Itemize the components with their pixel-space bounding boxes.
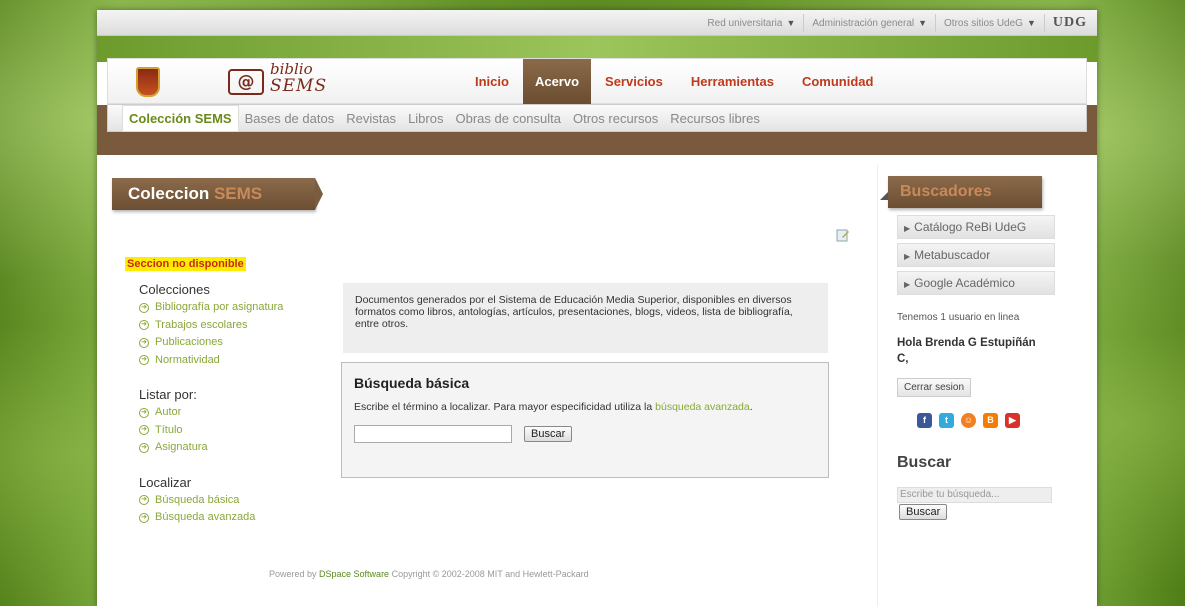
link-busqueda-avanzada[interactable]: ➜ Búsqueda avanzada xyxy=(139,509,339,527)
search-engines-list: ▶ Catálogo ReBi UdeG ▶ Metabuscador ▶ Googl… xyxy=(897,215,1055,299)
caret-down-icon: ▼ xyxy=(918,18,928,28)
caret-down-icon: ▼ xyxy=(786,18,796,28)
subnav-recursos-libres[interactable]: Recursos libres xyxy=(664,111,766,126)
blogger-icon[interactable]: B xyxy=(983,413,998,428)
arrow-circle-icon: ➜ xyxy=(139,512,149,523)
group-title: Colecciones xyxy=(139,282,210,297)
red-universitaria-menu[interactable]: Red universitaria ▼ xyxy=(699,14,805,32)
site-header: @ biblio SEMS Inicio Acervo Servicios He… xyxy=(107,58,1087,105)
biblio-sems-logo[interactable]: biblio SEMS xyxy=(270,61,327,95)
twitter-icon[interactable]: t xyxy=(939,413,954,428)
link-metabuscador[interactable]: ▶ Metabuscador xyxy=(897,243,1055,267)
facebook-icon[interactable]: f xyxy=(917,413,932,428)
udg-logo[interactable]: UDG xyxy=(1045,15,1087,31)
otros-sitios-menu[interactable]: Otros sitios UdeG ▼ xyxy=(936,14,1045,32)
link-trabajos-escolares[interactable]: ➜ Trabajos escolares xyxy=(139,317,339,335)
triangle-right-icon: ▶ xyxy=(904,280,911,289)
youtube-icon[interactable]: ▶ xyxy=(1005,413,1020,428)
arrow-circle-icon: ➜ xyxy=(139,442,149,453)
edit-icon[interactable] xyxy=(836,228,850,242)
buscar-heading: Buscar xyxy=(897,454,952,471)
subnav-coleccion-sems[interactable]: Colección SEMS xyxy=(122,104,239,132)
nav-servicios[interactable]: Servicios xyxy=(591,59,677,105)
nav-acervo[interactable]: Acervo xyxy=(522,59,592,105)
basic-search-instructions: Escribe el término a localizar. Para may… xyxy=(354,401,753,413)
dspace-link[interactable]: DSpace Software xyxy=(319,569,389,579)
sidebar-search-button[interactable]: Buscar xyxy=(899,504,948,520)
arrow-circle-icon: ➜ xyxy=(139,337,149,348)
basic-search-button[interactable]: Buscar xyxy=(524,426,573,442)
at-logo-icon[interactable]: @ xyxy=(228,69,264,95)
basic-search-panel: Búsqueda básica Escribe el término a loc… xyxy=(341,362,829,478)
utility-bar: Red universitaria ▼ Administración genera… xyxy=(97,10,1097,36)
nav-inicio[interactable]: Inicio xyxy=(461,59,523,105)
localizar-group: Localizar ➜ Búsqueda básica ➜ Búsqueda ava… xyxy=(139,475,339,527)
link-google-academico[interactable]: ▶ Google Académico xyxy=(897,271,1055,295)
subnav-bases-de-datos[interactable]: Bases de datos xyxy=(239,111,341,126)
user-greeting: Hola Brenda G Estupiñán C, xyxy=(897,337,1036,365)
caret-down-icon: ▼ xyxy=(1026,18,1036,28)
nav-herramientas[interactable]: Herramientas xyxy=(677,59,788,105)
collection-description: Documentos generados por el Sistema de E… xyxy=(343,283,828,353)
social-icons: f t ☺ B ▶ xyxy=(917,413,1020,428)
subnav-revistas[interactable]: Revistas xyxy=(340,111,402,126)
link-catalogo-rebi[interactable]: ▶ Catálogo ReBi UdeG xyxy=(897,215,1055,239)
nav-comunidad[interactable]: Comunidad xyxy=(788,59,888,105)
listar-group: Listar por: ➜ Autor ➜ Título ➜ Asignatura xyxy=(139,387,339,457)
link-titulo[interactable]: ➜ Título xyxy=(139,422,339,440)
subnav-obras-de-consulta[interactable]: Obras de consulta xyxy=(449,111,567,126)
link-autor[interactable]: ➜ Autor xyxy=(139,404,339,422)
basic-search-input[interactable] xyxy=(354,425,512,443)
messenger-icon[interactable]: ☺ xyxy=(961,413,976,428)
left-sidebar: Colecciones ➜ Bibliografía por asignatura… xyxy=(139,282,339,545)
advanced-search-link[interactable]: búsqueda avanzada xyxy=(655,401,750,413)
unavailable-notice: Seccion no disponible xyxy=(125,257,246,271)
arrow-circle-icon: ➜ xyxy=(139,355,149,366)
triangle-right-icon: ▶ xyxy=(904,252,911,261)
university-shield-icon[interactable] xyxy=(136,67,160,97)
arrow-circle-icon: ➜ xyxy=(139,407,149,418)
arrow-circle-icon: ➜ xyxy=(139,425,149,436)
basic-search-heading: Búsqueda básica xyxy=(354,375,470,391)
subnav-libros[interactable]: Libros xyxy=(402,111,449,126)
administracion-menu[interactable]: Administración general ▼ xyxy=(804,14,937,32)
link-asignatura[interactable]: ➜ Asignatura xyxy=(139,439,339,457)
arrow-circle-icon: ➜ xyxy=(139,495,149,506)
sub-nav: Colección SEMS Bases de datos Revistas L… xyxy=(107,104,1087,132)
main-nav: Inicio Acervo Servicios Herramientas Com… xyxy=(461,59,887,105)
link-busqueda-basica[interactable]: ➜ Búsqueda básica xyxy=(139,492,339,510)
arrow-circle-icon: ➜ xyxy=(139,320,149,331)
page-title: Coleccion SEMS xyxy=(112,178,323,210)
arrow-circle-icon: ➜ xyxy=(139,302,149,313)
group-title: Listar por: xyxy=(139,387,197,402)
colecciones-group: Colecciones ➜ Bibliografía por asignatura… xyxy=(139,282,339,369)
link-bibliografia[interactable]: ➜ Bibliografía por asignatura xyxy=(139,299,339,317)
group-title: Localizar xyxy=(139,474,192,490)
link-normatividad[interactable]: ➜ Normatividad xyxy=(139,352,339,370)
online-users: Tenemos 1 usuario en linea xyxy=(897,312,1020,323)
buscadores-title: Buscadores xyxy=(880,176,1042,208)
subnav-otros-recursos[interactable]: Otros recursos xyxy=(567,111,664,126)
triangle-right-icon: ▶ xyxy=(904,224,911,233)
link-publicaciones[interactable]: ➜ Publicaciones xyxy=(139,334,339,352)
sidebar-search-input[interactable]: Escribe tu búsqueda... xyxy=(897,487,1052,503)
page-container: Red universitaria ▼ Administración genera… xyxy=(97,10,1097,606)
footer: Powered by DSpace Software Copyright © 2… xyxy=(269,569,589,579)
logout-button[interactable]: Cerrar sesion xyxy=(897,378,972,397)
